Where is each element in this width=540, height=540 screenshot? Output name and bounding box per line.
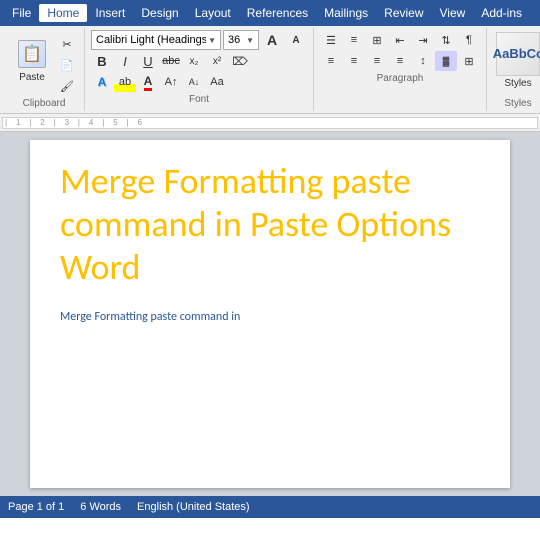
styles-label: Styles bbox=[504, 78, 531, 89]
menu-view[interactable]: View bbox=[432, 4, 474, 22]
paragraph-content: ☰ ≡ ⊞ ⇤ ⇥ ⇅ ¶ ≡ ≡ ≡ ≡ ↕ ▓ ⊞ bbox=[320, 30, 480, 71]
align-right-button[interactable]: ≡ bbox=[366, 51, 388, 71]
font-size-selector[interactable]: 36 ▼ bbox=[223, 30, 259, 50]
multilevel-button[interactable]: ⊞ bbox=[366, 30, 388, 50]
para-row1: ☰ ≡ ⊞ ⇤ ⇥ ⇅ ¶ bbox=[320, 30, 480, 50]
font-row2: B I U abc x₂ x² ⌦ bbox=[91, 51, 307, 71]
paste-icon-graphic: 📋 bbox=[18, 40, 46, 68]
font-row1: Calibri Light (Headings) ▼ 36 ▼ A A bbox=[91, 30, 307, 50]
font-label: Font bbox=[91, 92, 307, 105]
menu-insert[interactable]: Insert bbox=[87, 4, 133, 22]
font-name-chevron: ▼ bbox=[208, 36, 216, 45]
sort-button[interactable]: ⇅ bbox=[435, 30, 457, 50]
align-center-button[interactable]: ≡ bbox=[343, 51, 365, 71]
border-button[interactable]: ⊞ bbox=[458, 51, 480, 71]
language-status: English (United States) bbox=[137, 501, 250, 513]
text-effect-button[interactable]: A bbox=[91, 72, 113, 92]
menu-addins[interactable]: Add-ins bbox=[473, 4, 530, 22]
body-text: Merge Formatting paste command in bbox=[60, 310, 480, 324]
page-status: Page 1 of 1 bbox=[8, 501, 64, 513]
justify-button[interactable]: ≡ bbox=[389, 51, 411, 71]
paste-label: Paste bbox=[19, 72, 45, 83]
status-bar: Page 1 of 1 6 Words English (United Stat… bbox=[0, 496, 540, 518]
paragraph-group: ☰ ≡ ⊞ ⇤ ⇥ ⇅ ¶ ≡ ≡ ≡ ≡ ↕ ▓ ⊞ Paragraph bbox=[314, 28, 487, 111]
clear-format-button[interactable]: ⌦ bbox=[229, 51, 251, 71]
font-grow-button[interactable]: A bbox=[261, 30, 283, 50]
italic-button[interactable]: I bbox=[114, 51, 136, 71]
document-area: Merge Formatting paste command in Paste … bbox=[0, 132, 540, 496]
align-left-button[interactable]: ≡ bbox=[320, 51, 342, 71]
menu-mailings[interactable]: Mailings bbox=[316, 4, 376, 22]
font-color-button[interactable]: A bbox=[137, 72, 159, 92]
font-group: Calibri Light (Headings) ▼ 36 ▼ A A B I … bbox=[85, 28, 314, 111]
clipboard-group: 📋 Paste ✂ 📄 🖌 Clipboard bbox=[4, 28, 85, 111]
word-count: 6 Words bbox=[80, 501, 121, 513]
ruler-inner: | 1 | 2 | 3 | 4 | 5 | 6 bbox=[2, 117, 538, 129]
font-size-dec-button[interactable]: A↓ bbox=[183, 72, 205, 92]
heading-text: Merge Formatting paste command in Paste … bbox=[60, 160, 480, 290]
text-highlight-button[interactable]: ab bbox=[114, 72, 136, 92]
paste-button[interactable]: 📋 Paste bbox=[10, 30, 54, 90]
bullets-button[interactable]: ☰ bbox=[320, 30, 342, 50]
subscript-button[interactable]: x₂ bbox=[183, 51, 205, 71]
ribbon: 📋 Paste ✂ 📄 🖌 Clipboard Calibri Light (H… bbox=[0, 26, 540, 114]
clipboard-content: 📋 Paste ✂ 📄 🖌 bbox=[10, 30, 78, 96]
styles-group: AaBbCc Styles Styles bbox=[487, 28, 540, 111]
font-shrink-button[interactable]: A bbox=[285, 30, 307, 50]
menu-layout[interactable]: Layout bbox=[187, 4, 239, 22]
ruler: | 1 | 2 | 3 | 4 | 5 | 6 bbox=[0, 114, 540, 132]
font-name-selector[interactable]: Calibri Light (Headings) ▼ bbox=[91, 30, 221, 50]
font-content: Calibri Light (Headings) ▼ 36 ▼ A A B I … bbox=[91, 30, 307, 92]
cut-button[interactable]: ✂ bbox=[56, 34, 78, 54]
line-spacing-button[interactable]: ↕ bbox=[412, 51, 434, 71]
superscript-button[interactable]: x² bbox=[206, 51, 228, 71]
decrease-indent-button[interactable]: ⇤ bbox=[389, 30, 411, 50]
menu-review[interactable]: Review bbox=[376, 4, 431, 22]
show-marks-button[interactable]: ¶ bbox=[458, 30, 480, 50]
font-size-chevron: ▼ bbox=[246, 36, 254, 45]
format-painter-button[interactable]: 🖌 bbox=[56, 76, 78, 96]
font-name-value: Calibri Light (Headings) bbox=[96, 34, 206, 46]
increase-indent-button[interactable]: ⇥ bbox=[412, 30, 434, 50]
menu-design[interactable]: Design bbox=[133, 4, 186, 22]
paragraph-label: Paragraph bbox=[320, 71, 480, 84]
font-size-value: 36 bbox=[228, 34, 240, 46]
shading-button[interactable]: ▓ bbox=[435, 51, 457, 71]
styles-button[interactable]: AaBbCc Styles bbox=[493, 30, 540, 90]
styles-group-label: Styles bbox=[493, 96, 540, 109]
document-page[interactable]: Merge Formatting paste command in Paste … bbox=[30, 140, 510, 488]
font-row3: A ab A A↑ A↓ Aa bbox=[91, 72, 307, 92]
menu-file[interactable]: File bbox=[4, 4, 39, 22]
font-case-button[interactable]: Aa bbox=[206, 72, 228, 92]
para-row2: ≡ ≡ ≡ ≡ ↕ ▓ ⊞ bbox=[320, 51, 480, 71]
menu-bar: File Home Insert Design Layout Reference… bbox=[0, 0, 540, 26]
strikethrough-button[interactable]: abc bbox=[160, 51, 182, 71]
menu-references[interactable]: References bbox=[239, 4, 316, 22]
bold-button[interactable]: B bbox=[91, 51, 113, 71]
menu-home[interactable]: Home bbox=[39, 4, 87, 22]
styles-content: AaBbCc Styles bbox=[493, 30, 540, 96]
paste-icon: 📋 bbox=[16, 38, 48, 70]
font-size-inc-button[interactable]: A↑ bbox=[160, 72, 182, 92]
clipboard-label: Clipboard bbox=[10, 96, 78, 109]
numbering-button[interactable]: ≡ bbox=[343, 30, 365, 50]
copy-button[interactable]: 📄 bbox=[56, 55, 78, 75]
underline-button[interactable]: U bbox=[137, 51, 159, 71]
